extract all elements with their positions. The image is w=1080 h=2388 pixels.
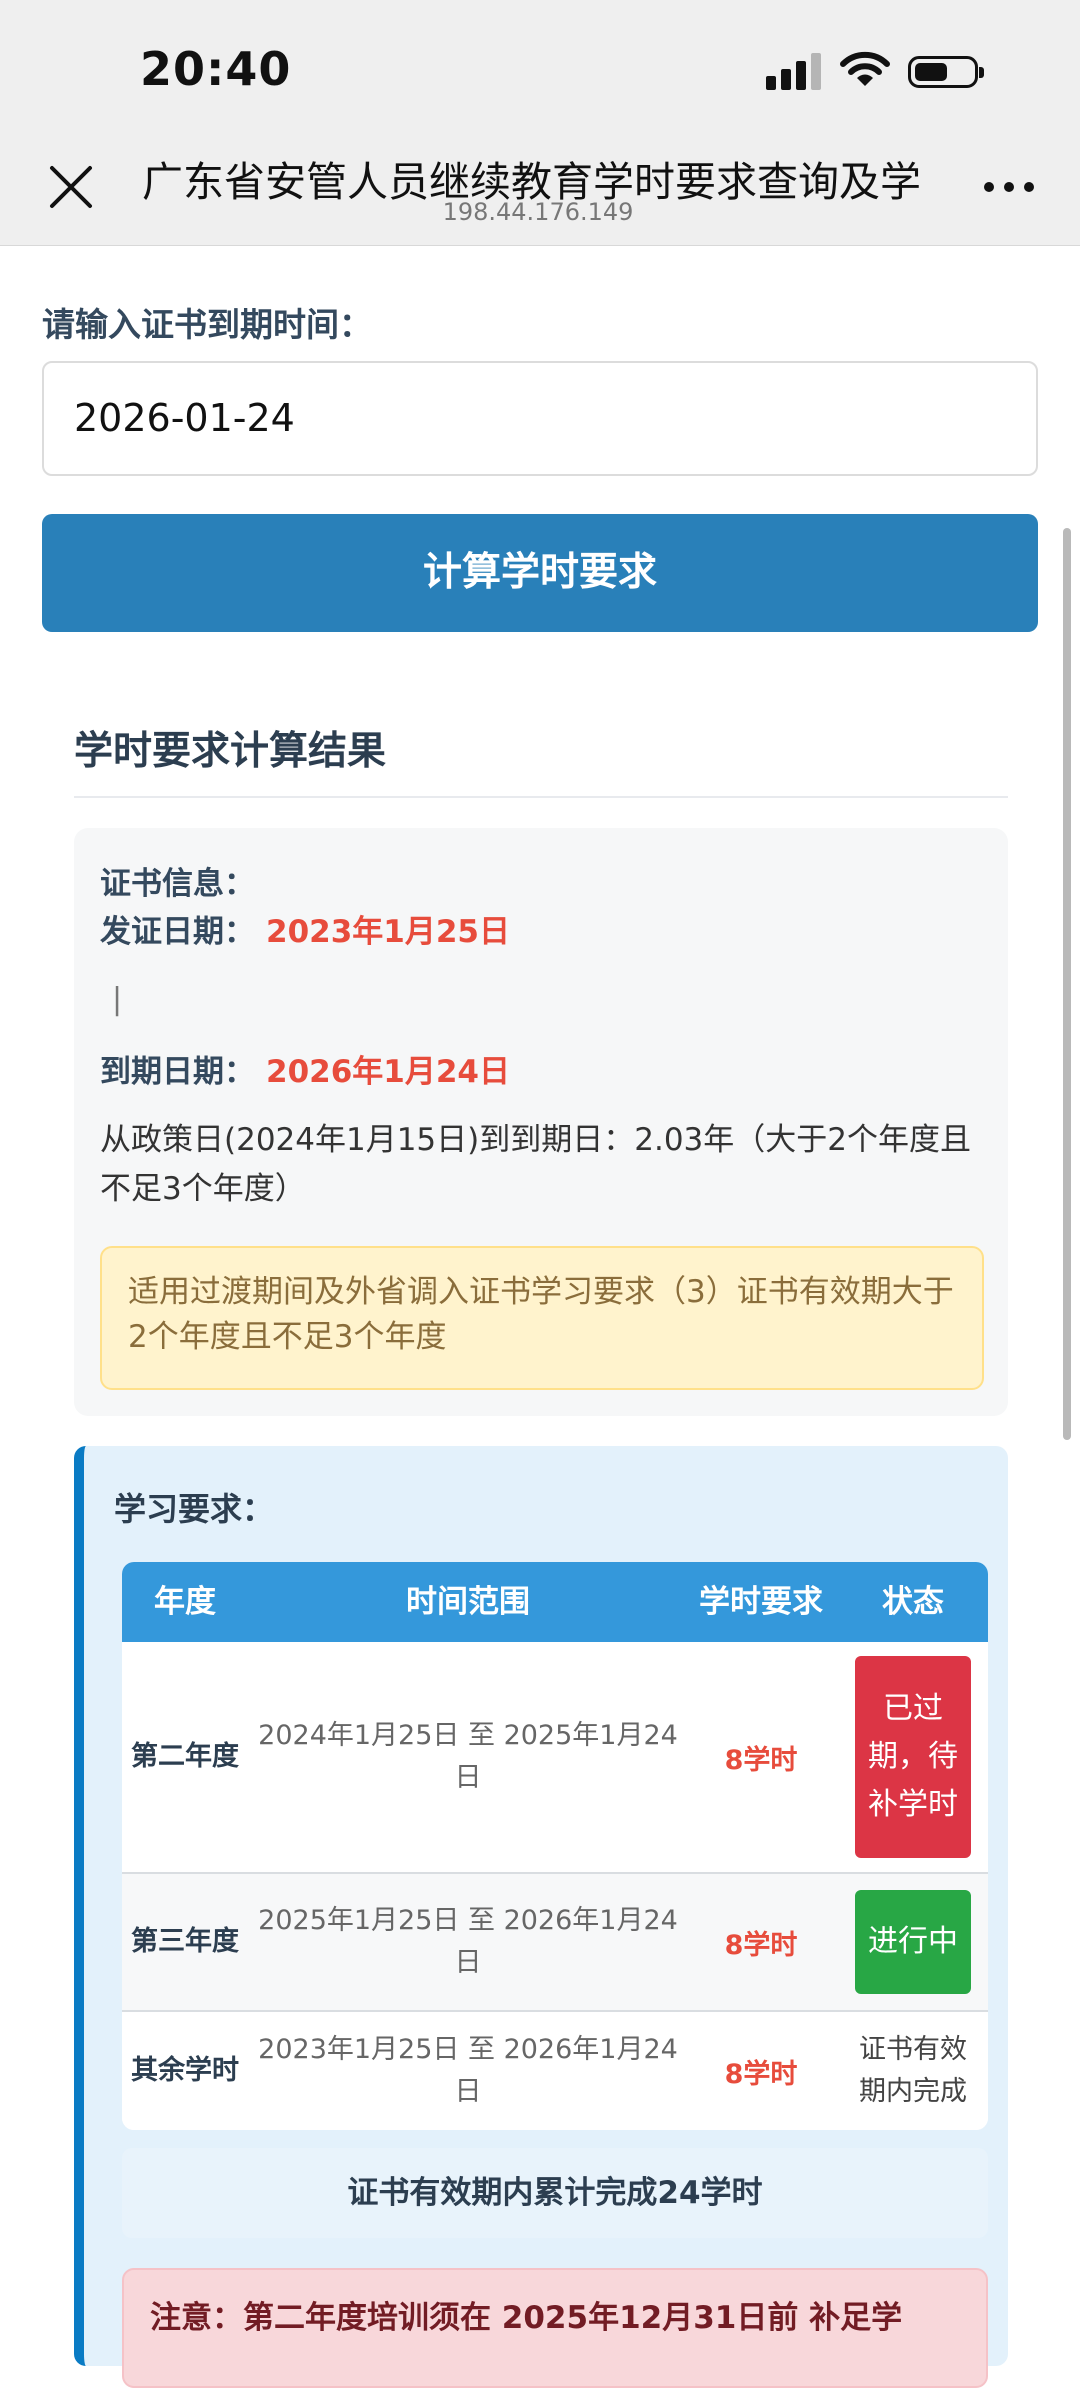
table-row: 第二年度 2024年1月25日 至 2025年1月24日 8学时 已过期，待补学… — [122, 1642, 988, 1874]
calculate-button[interactable]: 计算学时要求 — [42, 514, 1038, 632]
table-header: 年度 时间范围 学时要求 状态 — [122, 1562, 988, 1642]
column-header-status: 状态 — [882, 1584, 944, 1620]
status-badge: 已过期，待补学时 — [855, 1656, 971, 1858]
requirements-table: 年度 时间范围 学时要求 状态 第二年度 2024年1月25日 至 2025年1… — [122, 1562, 988, 2130]
row-status-cell: 证书有效期内完成 — [838, 2012, 988, 2130]
deadline-note: 注意：第二年度培训须在 2025年12月31日前 补足学 — [122, 2268, 988, 2388]
divider — [74, 796, 1008, 798]
row-hours: 8学时 — [724, 1929, 798, 1961]
table-row: 其余学时 2023年1月25日 至 2026年1月24日 8学时 证书有效期内完… — [122, 2012, 988, 2130]
expiry-date-value: 2026年1月24日 — [266, 1054, 510, 1090]
expiry-date-label: 到期日期： — [100, 1054, 255, 1090]
column-header-hours: 学时要求 — [699, 1584, 823, 1620]
row-range: 2025年1月25日 至 2026年1月24日 — [258, 1905, 678, 1978]
column-header-year: 年度 — [154, 1584, 216, 1620]
cert-heading: 证书信息： — [100, 866, 255, 902]
policy-warning-box: 适用过渡期间及外省调入证书学习要求（3）证书有效期大于2个年度且不足3个年度 — [100, 1246, 984, 1390]
battery-icon — [908, 56, 984, 88]
row-year: 其余学时 — [131, 2055, 239, 2086]
scrollbar[interactable] — [1063, 528, 1071, 1440]
status-time: 20:40 — [140, 42, 292, 96]
certificate-info-card: 证书信息： 发证日期： 2023年1月25日 | 到期日期： 2026年1月24… — [74, 828, 1008, 1416]
expiry-date-input[interactable]: 2026-01-24 — [42, 361, 1038, 476]
result-title: 学时要求计算结果 — [74, 729, 387, 774]
study-heading: 学习要求： — [114, 1490, 275, 1528]
issue-date-value: 2023年1月25日 — [266, 914, 510, 950]
column-header-range: 时间范围 — [406, 1584, 530, 1620]
study-requirements-card: 学习要求： 年度 时间范围 学时要求 状态 第二年度 2024年1月25日 至 … — [74, 1446, 1008, 2388]
issue-date-label: 发证日期： — [100, 914, 255, 950]
wifi-icon — [840, 51, 890, 86]
row-hours: 8学时 — [724, 2058, 798, 2090]
close-icon[interactable] — [44, 160, 98, 214]
row-year: 第二年度 — [131, 1741, 239, 1772]
total-hours-summary: 证书有效期内累计完成24学时 — [122, 2148, 988, 2238]
status-text: 证书有效期内完成 — [859, 2034, 967, 2107]
more-options-icon[interactable] — [984, 182, 1036, 198]
row-status-cell: 已过期，待补学时 — [838, 1642, 988, 1872]
status-badge: 进行中 — [855, 1890, 971, 1994]
browser-header: 20:40 广东省安管人员继续教育学时要求查询及学 198.44.176.149 — [0, 0, 1080, 246]
policy-duration-text: 从政策日(2024年1月15日)到到期日：2.03年（大于2个年度且不足3个年度… — [100, 1122, 971, 1207]
separator: | — [112, 982, 123, 1017]
row-hours: 8学时 — [724, 1744, 798, 1776]
cellular-signal-icon — [766, 52, 822, 90]
date-input-label: 请输入证书到期时间： — [42, 305, 372, 344]
row-status-cell: 进行中 — [838, 1874, 988, 2010]
row-range: 2023年1月25日 至 2026年1月24日 — [258, 2034, 678, 2107]
row-range: 2024年1月25日 至 2025年1月24日 — [258, 1720, 678, 1793]
page-url: 198.44.176.149 — [442, 198, 634, 226]
table-row: 第三年度 2025年1月25日 至 2026年1月24日 8学时 进行中 — [122, 1874, 988, 2012]
row-year: 第三年度 — [131, 1926, 239, 1957]
